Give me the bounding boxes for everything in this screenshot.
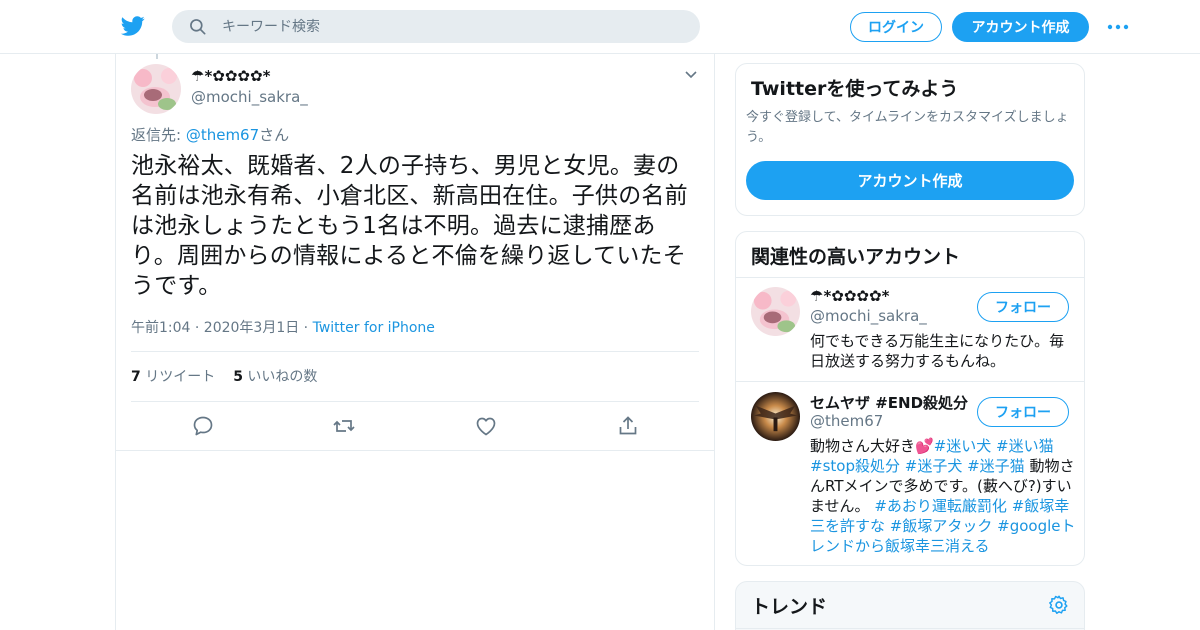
- like-icon[interactable]: [474, 414, 498, 438]
- reply-to-prefix: 返信先:: [131, 126, 186, 144]
- trends-card: トレンド: [735, 581, 1085, 630]
- twitter-bird-icon[interactable]: [120, 14, 146, 38]
- search-input[interactable]: [222, 10, 682, 43]
- tweet-author-name[interactable]: ☂*✿✿✿✿*: [191, 67, 270, 85]
- account-name[interactable]: ☂*✿✿✿✿*: [810, 287, 970, 305]
- reply-to-line: 返信先: @them67さん: [131, 124, 289, 145]
- hashtag-link[interactable]: #迷子犬: [905, 457, 963, 475]
- tweet-timestamp[interactable]: 午前1:04 · 2020年3月1日: [131, 320, 299, 336]
- hashtag-link[interactable]: #stop殺処分: [810, 457, 900, 475]
- search-bar: [172, 10, 700, 43]
- main-column: ☂*✿✿✿✿* @mochi_sakra_ 返信先: @them67さん 池永裕…: [115, 54, 715, 630]
- avatar[interactable]: [751, 392, 800, 441]
- account-name[interactable]: セムヤザ #END殺処分: [810, 392, 970, 413]
- reply-to-mention-link[interactable]: @them67: [186, 126, 259, 144]
- search-icon: [190, 19, 206, 35]
- relevant-accounts-card: 関連性の高いアカウント ☂*✿✿✿✿* @mochi_sakra_ フォロー 何…: [735, 231, 1085, 566]
- like-count-label[interactable]: いいねの数: [247, 369, 317, 385]
- account-handle[interactable]: @mochi_sakra_: [810, 307, 927, 325]
- tweet-source-link[interactable]: Twitter for iPhone: [313, 320, 435, 336]
- divider: [736, 628, 1084, 629]
- tweet-author-handle[interactable]: @mochi_sakra_: [191, 88, 308, 106]
- hashtag-link[interactable]: #迷子猫: [967, 457, 1025, 475]
- follow-button[interactable]: フォロー: [977, 292, 1069, 322]
- account-bio: 動物さん大好き💕#迷い犬 #迷い猫 #stop殺処分 #迷子犬 #迷子猫 動物さ…: [810, 436, 1076, 556]
- follow-button[interactable]: フォロー: [977, 397, 1069, 427]
- retweet-count-label[interactable]: リツイート: [145, 369, 215, 385]
- signup-prompt-card: Twitterを使ってみよう 今すぐ登録して、タイムラインをカスタマイズしましょ…: [735, 63, 1085, 216]
- account-item[interactable]: ☂*✿✿✿✿* @mochi_sakra_ フォロー 何でもできる万能生主になり…: [736, 277, 1084, 381]
- signup-card-button[interactable]: アカウント作成: [746, 161, 1074, 200]
- tweet: ☂*✿✿✿✿* @mochi_sakra_ 返信先: @them67さん 池永裕…: [116, 54, 714, 451]
- bio-text: 動物さん大好き💕: [810, 437, 934, 455]
- more-dots-icon[interactable]: [1106, 18, 1130, 36]
- card-description: 今すぐ登録して、タイムラインをカスタマイズしましょう。: [746, 110, 1069, 145]
- tweet-meta: 午前1:04 · 2020年3月1日 · Twitter for iPhone: [131, 317, 435, 337]
- account-handle[interactable]: @them67: [810, 412, 883, 430]
- tweet-text: 池永裕太、既婚者、2人の子持ち、男児と女児。妻の名前は池永有希、小倉北区、新高田…: [131, 153, 688, 299]
- account-bio: 何でもできる万能生主になりたひ。毎日放送する努力するもんね。: [810, 332, 1065, 370]
- signup-button[interactable]: アカウント作成: [952, 12, 1089, 42]
- card-title: トレンド: [751, 596, 828, 618]
- like-count[interactable]: 5: [233, 369, 243, 385]
- reply-to-suffix: さん: [259, 126, 290, 144]
- avatar[interactable]: [131, 64, 181, 114]
- share-icon[interactable]: [616, 414, 640, 438]
- login-button[interactable]: ログイン: [850, 12, 942, 42]
- hashtag-link[interactable]: #迷い猫: [996, 437, 1054, 455]
- top-navigation-bar: ログイン アカウント作成: [0, 0, 1200, 54]
- retweet-icon[interactable]: [332, 414, 356, 438]
- retweet-count[interactable]: 7: [131, 369, 141, 385]
- hashtag-link[interactable]: #あおり運転厳罰化: [874, 497, 1007, 515]
- card-title: 関連性の高いアカウント: [751, 246, 961, 268]
- hashtag-link[interactable]: #迷い犬: [934, 437, 992, 455]
- divider: [131, 401, 699, 402]
- card-title: Twitterを使ってみよう: [751, 78, 959, 100]
- account-item[interactable]: セムヤザ #END殺処分 @them67 フォロー 動物さん大好き💕#迷い犬 #…: [736, 382, 1084, 565]
- reply-icon[interactable]: [191, 414, 215, 438]
- meta-separator: ·: [299, 320, 313, 336]
- avatar[interactable]: [751, 287, 800, 336]
- hashtag-link[interactable]: #飯塚アタック: [890, 517, 993, 535]
- chevron-down-icon[interactable]: [684, 68, 698, 82]
- divider: [131, 351, 699, 352]
- gear-icon[interactable]: [1048, 594, 1070, 616]
- tweet-stats: 7 リツイート 5 いいねの数: [131, 366, 317, 386]
